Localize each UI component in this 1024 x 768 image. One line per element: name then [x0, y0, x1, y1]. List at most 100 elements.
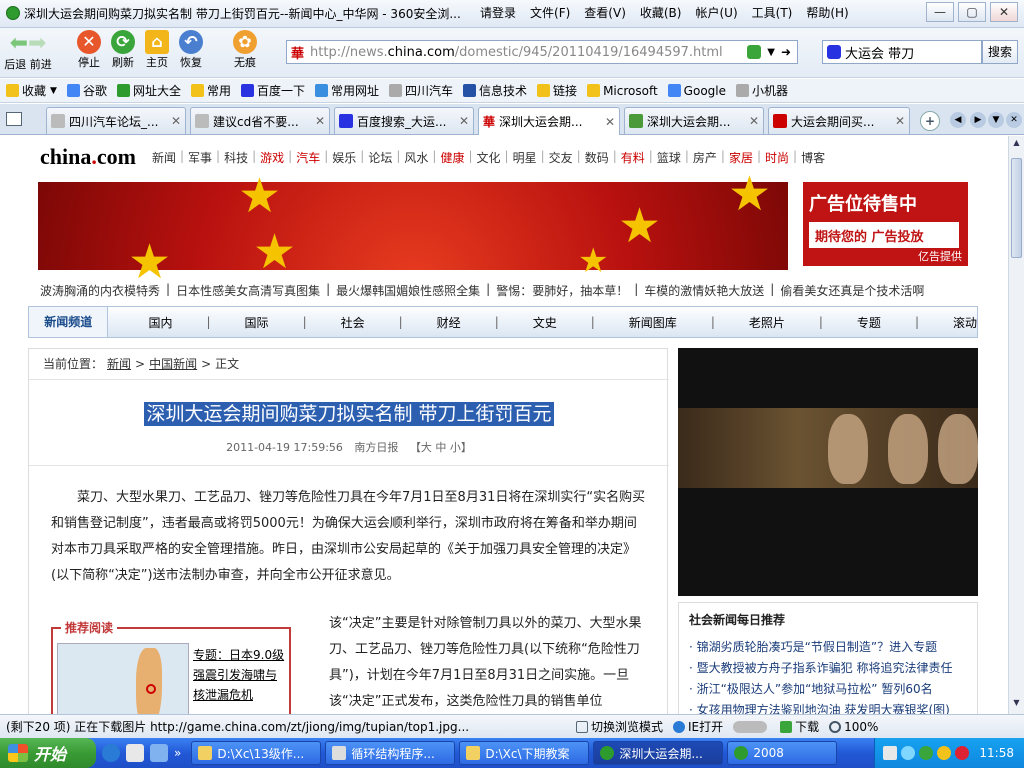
network-icon[interactable] — [901, 746, 916, 760]
promo-link[interactable]: 警惕：要肺好，抽本草！ — [496, 282, 628, 302]
channel-item[interactable]: 社会 — [341, 314, 365, 331]
site-nav-item[interactable]: 军事 — [188, 149, 212, 166]
site-nav-item[interactable]: 交友 — [549, 149, 573, 166]
address-bar[interactable]: 華 http://news.china.com/domestic/945/201… — [286, 40, 798, 64]
site-nav-item[interactable]: 科技 — [224, 149, 248, 166]
maximize-button[interactable]: ▢ — [958, 2, 986, 22]
more-quicklaunch-icon[interactable]: » — [174, 746, 181, 760]
tab-shenzhen-2[interactable]: 深圳大运会期... ✕ — [624, 107, 764, 134]
fav-item-baidu[interactable]: 百度一下 — [240, 82, 305, 99]
menu-account[interactable]: 帐户(U) — [695, 4, 737, 21]
search-button[interactable]: 搜索 — [982, 40, 1018, 64]
sidebar-toggle-icon[interactable] — [6, 112, 22, 126]
tab-close-icon[interactable]: ✕ — [895, 114, 905, 128]
channel-item[interactable]: 财经 — [437, 314, 461, 331]
ie-quicklaunch-icon[interactable] — [102, 744, 120, 762]
promo-link[interactable]: 日本性感美女高清写真图集 — [176, 282, 320, 302]
tab-dayunhui[interactable]: 大运会期间买... ✕ — [768, 107, 910, 134]
font-size-control[interactable]: 【大 中 小】 — [410, 441, 472, 454]
site-nav-item[interactable]: 时尚 — [765, 149, 789, 166]
promo-link[interactable]: 偷看美女还真是个技术活啊 — [780, 282, 924, 302]
site-nav-item[interactable]: 明星 — [513, 149, 537, 166]
scroll-thumb[interactable] — [1011, 158, 1022, 258]
promo-link[interactable]: 最火爆韩国媚娘性感照全集 — [336, 282, 480, 302]
fav-item-lianjie[interactable]: 链接 — [537, 82, 577, 99]
site-nav-item[interactable]: 房产 — [693, 149, 717, 166]
site-logo[interactable]: china.com — [40, 144, 136, 170]
address-input[interactable]: http://news.china.com/domestic/945/20110… — [310, 45, 747, 60]
site-nav-item[interactable]: 论坛 — [368, 149, 392, 166]
download-button[interactable]: 下载 — [780, 718, 819, 735]
channel-item[interactable]: 国内 — [148, 314, 172, 331]
notrace-button[interactable]: ✿ 无痕 — [228, 30, 262, 70]
stop-button[interactable]: ✕ 停止 — [72, 30, 106, 70]
fav-item-google[interactable]: Google — [667, 84, 726, 98]
site-nav-item[interactable]: 新闻 — [152, 149, 176, 166]
japan-map-thumbnail[interactable] — [57, 643, 189, 714]
breadcrumb-china-news[interactable]: 中国新闻 — [149, 357, 197, 371]
vertical-scrollbar[interactable]: ▲ ▼ — [1008, 136, 1024, 714]
site-nav-item[interactable]: 娱乐 — [332, 149, 356, 166]
fav-item-changyongwangzhi[interactable]: 常用网址 — [315, 82, 379, 99]
menu-tools[interactable]: 工具(T) — [752, 4, 793, 21]
site-nav-item[interactable]: 博客 — [801, 149, 825, 166]
recommend-link[interactable]: 专题：日本9.0级 强震引发海啸与 核泄漏危机 — [193, 645, 289, 705]
site-nav-item[interactable]: 有料 — [621, 149, 645, 166]
new-tab-button[interactable]: + — [920, 111, 940, 131]
close-all-tabs-icon[interactable]: ✕ — [1006, 112, 1022, 128]
search-input[interactable] — [845, 44, 965, 60]
back-arrow-icon[interactable]: ⬅ — [10, 31, 28, 56]
site-nav-item[interactable]: 家居 — [729, 149, 753, 166]
scroll-up-icon[interactable]: ▲ — [1011, 138, 1022, 152]
channel-item[interactable]: 专题 — [857, 314, 881, 331]
site-nav-item[interactable]: 风水 — [404, 149, 428, 166]
tab-list-icon[interactable]: ▼ — [988, 112, 1004, 128]
menu-help[interactable]: 帮助(H) — [806, 4, 848, 21]
fav-item-xinxi[interactable]: 信息技术 — [463, 82, 527, 99]
security-shield-icon[interactable] — [747, 45, 762, 59]
fav-item-changyong[interactable]: 常用 — [190, 82, 231, 99]
site-nav-item[interactable]: 汽车 — [296, 149, 320, 166]
antivirus-icon[interactable] — [919, 746, 934, 760]
refresh-button[interactable]: ⟳ 刷新 — [106, 30, 140, 70]
explorer-quicklaunch-icon[interactable] — [126, 744, 144, 762]
search-engine-icon[interactable] — [827, 45, 841, 59]
update-icon[interactable] — [937, 746, 952, 760]
channel-item[interactable]: 新闻图库 — [629, 314, 677, 331]
ime-icon[interactable] — [883, 746, 898, 760]
tab-close-icon[interactable]: ✕ — [315, 114, 325, 128]
sidebox-link[interactable]: 浙江“极限达人”参加“地狱马拉松” 暂列60名 — [689, 679, 952, 700]
ie-open-button[interactable]: IE打开 — [673, 718, 723, 735]
menu-login[interactable]: 请登录 — [480, 4, 516, 21]
site-nav-item[interactable]: 数码 — [585, 149, 609, 166]
promo-link[interactable]: 车模的激情妖艳大放送 — [644, 282, 764, 302]
channel-home[interactable]: 新闻频道 — [29, 307, 109, 337]
toggle-icon[interactable] — [733, 720, 770, 733]
desktop-quicklaunch-icon[interactable] — [150, 744, 168, 762]
channel-item[interactable]: 老照片 — [749, 314, 785, 331]
tab-scroll-right-icon[interactable]: ▶ — [970, 112, 986, 128]
sidebox-link[interactable]: 女孩用物理方法鉴别地沟油 获发明大赛银奖(图) — [689, 700, 952, 714]
channel-item[interactable]: 滚动 — [953, 314, 977, 331]
menu-favorites[interactable]: 收藏(B) — [640, 4, 682, 21]
sidebox-link[interactable]: 锦湖劣质轮胎凑巧是“节假日制造”？进入专题 — [689, 637, 952, 658]
address-dropdown-icon[interactable]: ▼ — [767, 47, 775, 58]
tab-close-icon[interactable]: ✕ — [605, 115, 615, 129]
taskbar-item-browser[interactable]: 深圳大运会期... — [593, 741, 724, 765]
go-arrow-icon[interactable]: ➜ — [781, 45, 791, 59]
site-nav-item[interactable]: 文化 — [477, 149, 501, 166]
channel-item[interactable]: 国际 — [245, 314, 269, 331]
start-button[interactable]: 开始 — [0, 738, 96, 768]
tab-close-icon[interactable]: ✕ — [459, 114, 469, 128]
tab-shenzhen-active[interactable]: 華深圳大运会期... ✕ — [478, 107, 620, 135]
menu-file[interactable]: 文件(F) — [530, 4, 570, 21]
tab-close-icon[interactable]: ✕ — [749, 114, 759, 128]
home-button[interactable]: ⌂ 主页 — [140, 30, 174, 70]
switch-mode-button[interactable]: 切换浏览模式 — [576, 718, 663, 735]
tab-scroll-left-icon[interactable]: ◀ — [950, 112, 966, 128]
promo-link[interactable]: 波涛胸涌的内衣模特秀 — [40, 282, 160, 302]
channel-item[interactable]: 文史 — [533, 314, 557, 331]
fav-item-wangzhi[interactable]: 网址大全 — [116, 82, 181, 99]
fav-item-xiaojiqi[interactable]: 小机器 — [736, 82, 788, 99]
fav-item-guge[interactable]: 谷歌 — [66, 82, 107, 99]
